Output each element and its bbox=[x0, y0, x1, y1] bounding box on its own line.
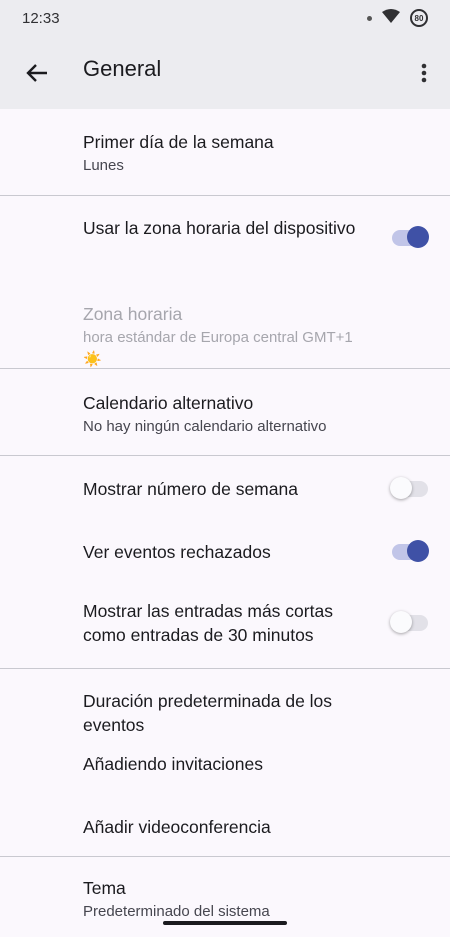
setting-value: Lunes bbox=[83, 157, 124, 174]
more-options-button[interactable] bbox=[412, 58, 436, 88]
setting-theme[interactable]: Tema Predeterminado del sistema bbox=[0, 857, 450, 937]
battery-icon: 80 bbox=[410, 9, 428, 27]
setting-title: Tema bbox=[83, 878, 126, 898]
device-timezone-switch[interactable] bbox=[392, 226, 429, 248]
setting-value: No hay ningún calendario alternativo bbox=[83, 418, 327, 435]
arrow-back-icon bbox=[26, 64, 47, 82]
setting-value: hora estándar de Europa central GMT+1 ☀️ bbox=[83, 329, 353, 368]
setting-title: Añadiendo invitaciones bbox=[83, 754, 263, 774]
status-time: 12:33 bbox=[22, 9, 60, 27]
page-title: General bbox=[83, 56, 162, 81]
setting-title: Zona horaria bbox=[83, 304, 183, 324]
battery-level: 80 bbox=[414, 13, 424, 23]
setting-title: Primer día de la semana bbox=[83, 132, 274, 152]
setting-value: Predeterminado del sistema bbox=[83, 903, 270, 920]
back-button[interactable] bbox=[22, 58, 52, 88]
declined-events-switch[interactable] bbox=[392, 540, 429, 562]
more-vert-icon bbox=[421, 63, 427, 83]
setting-alternative-calendar[interactable]: Calendario alternativo No hay ningún cal… bbox=[0, 369, 450, 455]
setting-default-duration[interactable]: Duración predeterminada de los eventos bbox=[0, 669, 450, 735]
switch-thumb bbox=[407, 226, 429, 248]
setting-add-videoconference[interactable]: Añadir videoconferencia bbox=[0, 795, 450, 856]
setting-week-number[interactable]: Mostrar número de semana bbox=[0, 456, 450, 519]
switch-thumb bbox=[390, 477, 412, 499]
status-bar: 12:33 80 bbox=[0, 0, 450, 36]
short-entries-switch[interactable] bbox=[390, 611, 428, 633]
week-number-switch[interactable] bbox=[390, 477, 428, 499]
setting-title: Mostrar las entradas más cortas como ent… bbox=[83, 601, 333, 645]
wifi-icon bbox=[382, 9, 400, 27]
setting-title: Calendario alternativo bbox=[83, 393, 254, 413]
setting-title: Mostrar número de semana bbox=[83, 479, 298, 499]
setting-timezone: Zona horaria hora estándar de Europa cen… bbox=[0, 282, 450, 368]
setting-title: Duración predeterminada de los eventos bbox=[83, 691, 333, 735]
setting-title: Usar la zona horaria del dispositivo bbox=[83, 218, 356, 238]
setting-first-day[interactable]: Primer día de la semana Lunes bbox=[0, 109, 450, 195]
setting-adding-invitations[interactable]: Añadiendo invitaciones bbox=[0, 732, 450, 795]
setting-title: Ver eventos rechazados bbox=[83, 542, 271, 562]
setting-declined-events[interactable]: Ver eventos rechazados bbox=[0, 519, 450, 582]
status-icons: 80 bbox=[367, 9, 428, 27]
setting-short-entries[interactable]: Mostrar las entradas más cortas como ent… bbox=[0, 582, 450, 668]
notification-dot-icon bbox=[367, 15, 372, 21]
switch-thumb bbox=[390, 611, 412, 633]
home-indicator[interactable] bbox=[163, 921, 287, 925]
app-bar: General bbox=[0, 36, 450, 109]
settings-list: Primer día de la semana Lunes Usar la zo… bbox=[0, 109, 450, 937]
switch-thumb bbox=[407, 540, 429, 562]
setting-device-timezone[interactable]: Usar la zona horaria del dispositivo bbox=[0, 196, 450, 282]
setting-title: Añadir videoconferencia bbox=[83, 817, 271, 837]
